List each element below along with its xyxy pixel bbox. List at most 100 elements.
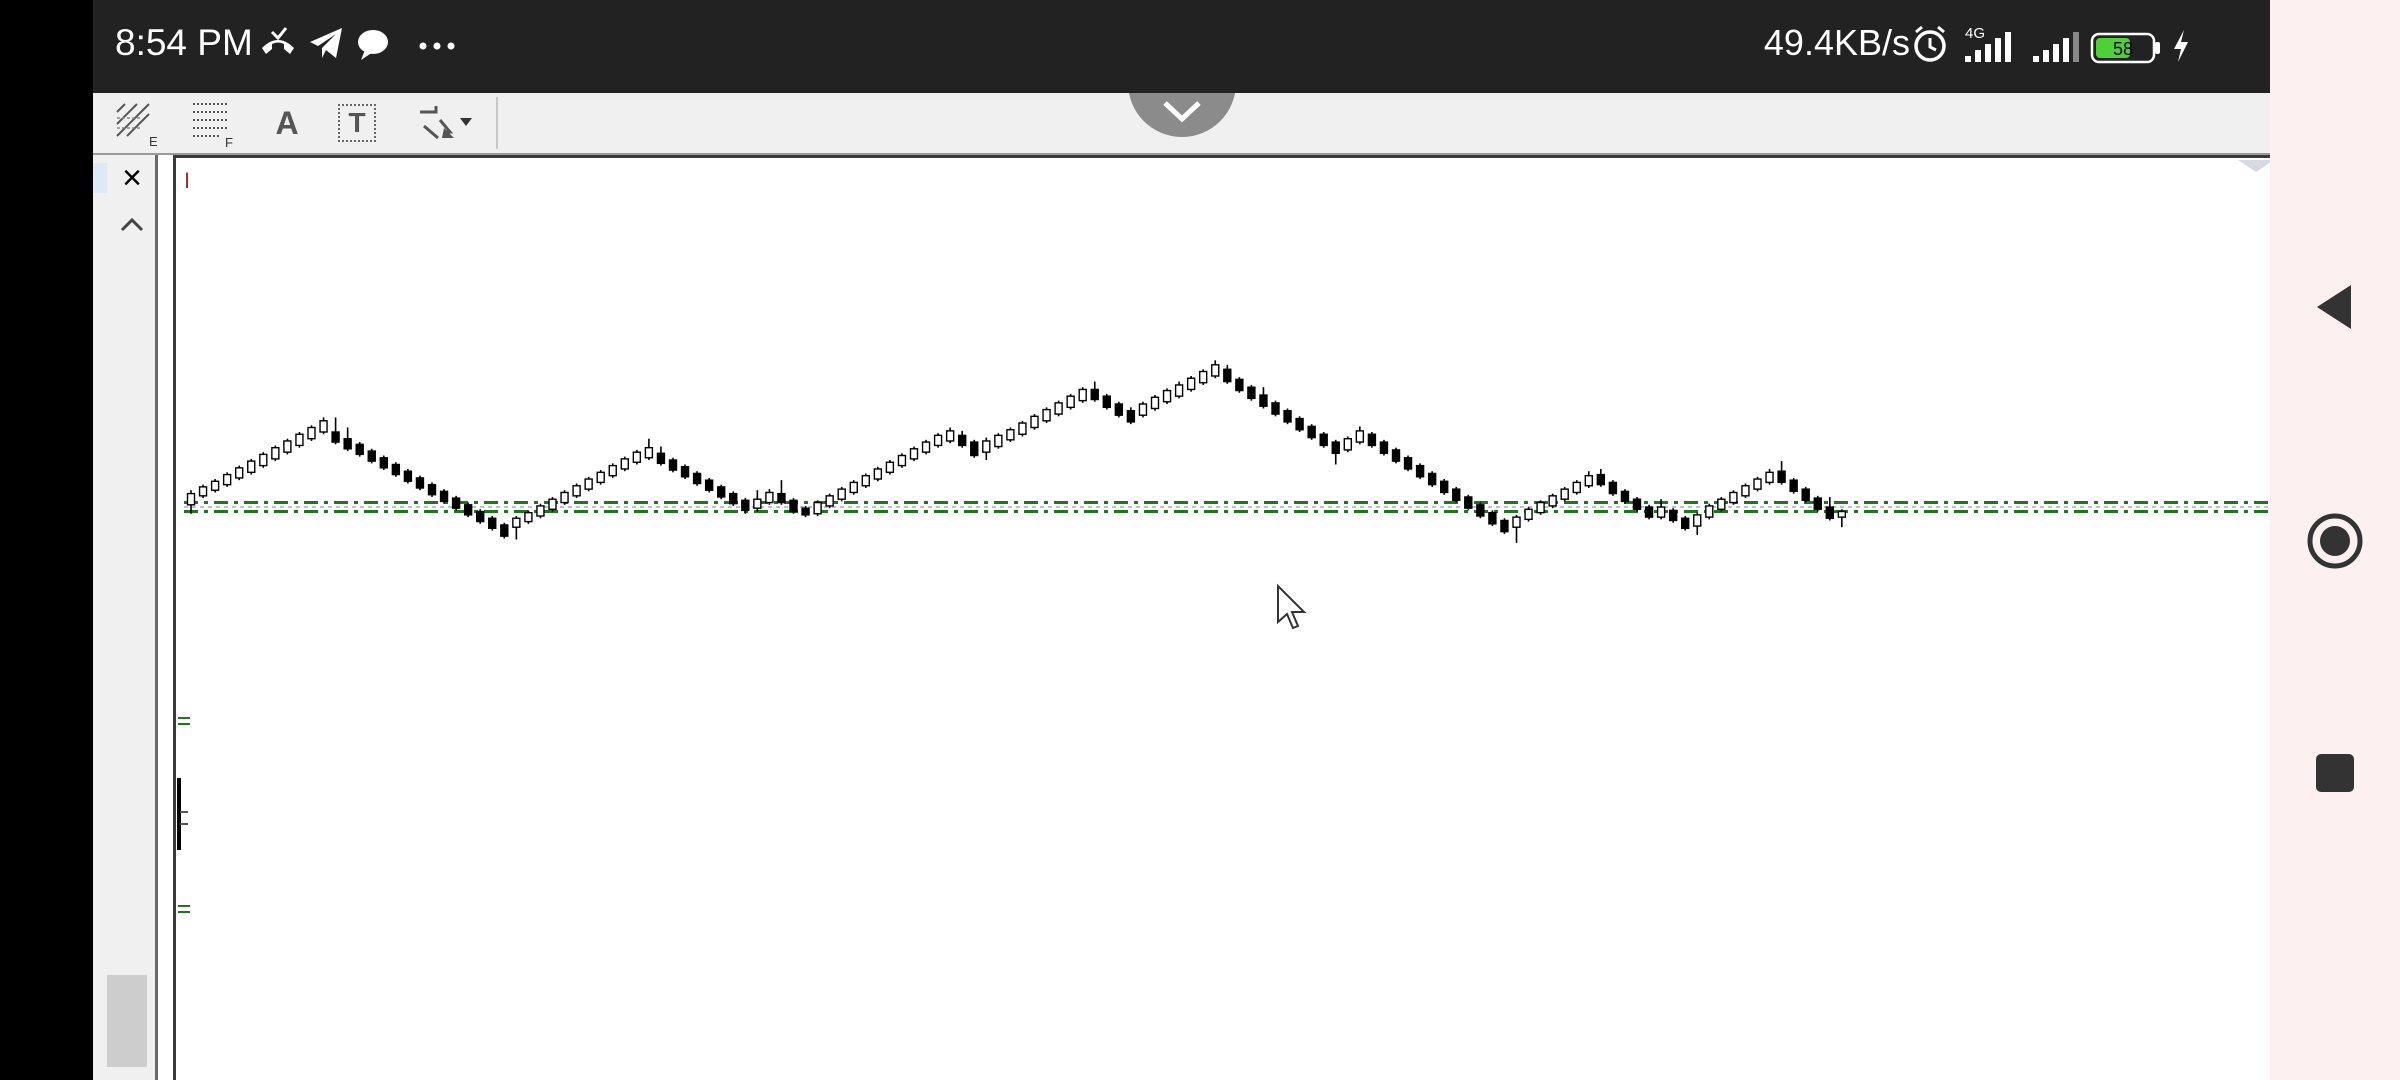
close-panel-button[interactable]: ×: [115, 158, 149, 197]
candle-72: [1054, 400, 1063, 417]
bearish-candle-body: [439, 490, 449, 503]
bullish-candle-body: [1006, 429, 1015, 441]
bullish-candle-body: [1524, 508, 1533, 521]
bearish-candle-body: [1488, 511, 1497, 525]
candle-88: [1247, 384, 1256, 401]
candle-131: [1765, 468, 1774, 485]
home-circle-icon: [2307, 513, 2363, 569]
bearish-candle-body: [656, 452, 666, 465]
status-bar: 8:54 PM 49.4KB/s 4G 58: [93, 0, 2270, 93]
candle-84: [1199, 369, 1208, 385]
fibonacci-fan-tool[interactable]: F: [189, 93, 239, 153]
telegram-icon: [306, 18, 346, 73]
scroll-up-button[interactable]: [115, 207, 149, 241]
candle-111: [1524, 507, 1533, 522]
levels-layer: [184, 501, 2270, 514]
candle-92: [1295, 416, 1304, 432]
candle-77: [1114, 401, 1124, 418]
bearish-candle-body: [1391, 449, 1401, 462]
bearish-candle-body: [1439, 480, 1449, 494]
candle-34: [596, 470, 605, 485]
candle-25: [488, 516, 497, 531]
candlestick-chart[interactable]: I: [176, 158, 2270, 1080]
bullish-candle-body: [873, 468, 883, 480]
candle-116: [1584, 471, 1594, 488]
bullish-candle-body: [1199, 370, 1208, 384]
candle-113: [1548, 493, 1557, 509]
bearish-candle-body: [1403, 457, 1413, 470]
navigation-bar: [2270, 0, 2400, 1080]
text-tool[interactable]: A: [265, 93, 309, 153]
chevron-up-icon: [120, 217, 144, 232]
bullish-candle-body: [1729, 491, 1738, 504]
candle-9: [295, 432, 304, 448]
bullish-candle-body: [1042, 408, 1051, 422]
bullish-candle-body: [885, 461, 895, 474]
home-button[interactable]: [2300, 506, 2370, 576]
candle-23: [463, 502, 473, 518]
bullish-candle-body: [982, 440, 991, 453]
bullish-candle-body: [849, 481, 858, 494]
bullish-candle-body: [1150, 396, 1160, 410]
recents-square-icon: [2316, 754, 2354, 792]
candle-42: [692, 471, 702, 486]
bullish-candle-body: [1054, 402, 1063, 415]
bullish-candle-body: [186, 492, 196, 506]
left-black-margin: [0, 0, 93, 1080]
close-icon: ×: [122, 158, 142, 197]
bearish-candle-body: [717, 486, 726, 498]
bearish-candle-body: [1367, 433, 1377, 447]
candle-62: [933, 433, 943, 448]
bearish-candle-body: [1680, 517, 1690, 530]
candle-10: [307, 425, 316, 441]
candle-94: [1319, 432, 1328, 448]
text-label-tool[interactable]: T: [335, 93, 379, 153]
candle-91: [1283, 408, 1292, 425]
chevron-down-icon: [460, 118, 472, 126]
candle-82: [1174, 381, 1184, 399]
bullish-candle-body: [837, 488, 846, 500]
candle-79: [1138, 401, 1148, 418]
candle-49: [777, 480, 786, 505]
bullish-candle-body: [1186, 377, 1196, 391]
candle-102: [1415, 463, 1425, 480]
svg-text:E: E: [149, 134, 158, 148]
fibonacci-expansion-tool[interactable]: E: [111, 93, 161, 153]
bullish-candle-body: [620, 458, 629, 470]
candle-81: [1162, 388, 1172, 404]
bearish-candle-body: [391, 463, 401, 476]
bullish-candle-body: [1078, 388, 1087, 402]
candle-26: [500, 522, 509, 539]
candle-13: [343, 427, 352, 452]
candle-37: [632, 449, 642, 465]
candle-64: [958, 430, 967, 448]
candle-59: [897, 453, 907, 468]
candle-70: [1030, 414, 1039, 430]
candle-104: [1439, 479, 1449, 495]
price-chart[interactable]: I: [173, 155, 2270, 1080]
bearish-candle-body: [1102, 395, 1111, 409]
candle-22: [451, 495, 461, 511]
mouse-cursor-icon: [1277, 583, 1307, 630]
candle-32: [572, 483, 581, 499]
recents-button[interactable]: [2300, 738, 2370, 808]
bullish-candle-body: [933, 434, 943, 447]
bullish-candle-body: [524, 511, 533, 523]
arrows-tool-dropdown[interactable]: [411, 93, 487, 153]
candle-134: [1801, 486, 1810, 503]
bullish-candle-body: [897, 454, 907, 467]
candle-6: [259, 452, 268, 468]
bullish-candle-body: [945, 430, 955, 442]
candle-112: [1536, 500, 1545, 515]
back-button[interactable]: [2300, 272, 2370, 342]
bearish-candle-body: [1813, 497, 1822, 510]
bearish-candle-body: [463, 504, 473, 516]
candle-107: [1476, 502, 1485, 519]
bullish-candle-body: [295, 433, 304, 447]
bullish-candle-body: [1765, 471, 1774, 484]
bearish-candle-body: [1247, 386, 1256, 400]
candle-97: [1355, 426, 1365, 445]
candle-60: [909, 446, 919, 462]
bearish-candle-body: [343, 438, 352, 450]
scrollbar-thumb[interactable]: [107, 975, 147, 1067]
